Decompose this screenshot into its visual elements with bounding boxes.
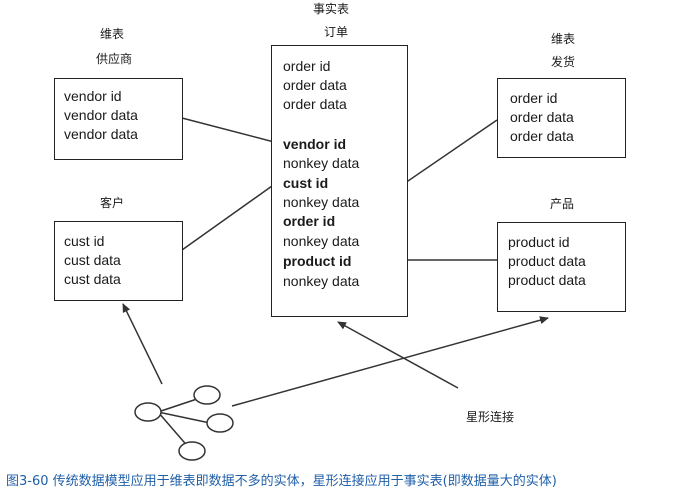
fact-field: order data [283,77,347,93]
shipment-field: order data [510,128,574,144]
fact-table-tag: 事实表 [313,2,350,16]
arrow-to-product [231,316,549,407]
fact-field: order id [283,58,331,74]
fact-table-title: 订单 [324,25,349,39]
shipment-field: order id [510,90,558,106]
customer-dimension-box: cust id cust data cust data [54,221,183,301]
vendor-link-line [181,117,279,144]
product-field: product id [508,234,570,250]
customer-field: cust data [64,252,121,268]
vendor-field: vendor data [64,107,138,123]
fact-field: order data [283,96,347,112]
fact-key-field: cust id [283,175,329,191]
star-join-label: 星形连接 [466,410,515,424]
product-field: product data [508,272,586,288]
arrow-to-fact [337,321,459,389]
vendor-field: vendor id [64,88,122,104]
fact-field: nonkey data [283,194,360,210]
vendor-field: vendor data [64,126,138,142]
shipment-field: order data [510,109,574,125]
customer-field: cust id [64,233,105,249]
customer-link-line [181,185,273,251]
customer-dim-title: 客户 [100,196,125,210]
ship-dim-title: 发货 [551,55,576,69]
product-dim-title: 产品 [550,197,575,211]
figure-caption: 图3-60 传统数据模型应用于维表即数据不多的实体，星形连接应用于事实表(即数据… [6,474,557,489]
fact-key-field: product id [283,253,352,269]
product-field: product data [508,253,586,269]
star-graph-icon [134,385,234,461]
fact-field: nonkey data [283,233,360,249]
ship-dim-tag: 维表 [551,32,576,46]
arrow-to-customer [122,303,163,385]
shipment-dimension-box: order id order data order data [497,78,626,158]
fact-key-field: vendor id [283,136,347,152]
vendor-dimension-box: vendor id vendor data vendor data [54,78,183,160]
fact-key-field: order id [283,213,336,229]
fact-field: nonkey data [283,273,360,289]
product-dimension-box: product id product data product data [497,222,626,312]
fact-table-box: order id order data order data vendor id… [271,45,408,317]
customer-field: cust data [64,271,121,287]
vendor-dim-tag: 维表 [100,27,125,41]
fact-field: nonkey data [283,155,360,171]
vendor-dim-title: 供应商 [96,52,133,66]
